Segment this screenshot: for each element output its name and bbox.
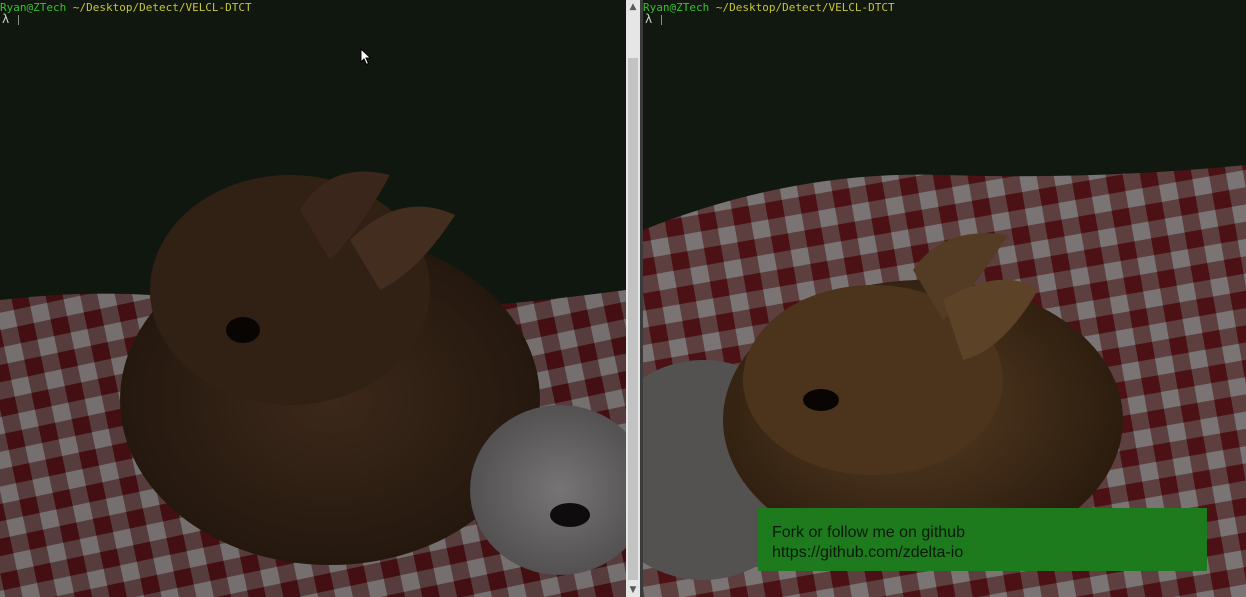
scroll-up-arrow-icon[interactable]: ▲ bbox=[626, 0, 640, 14]
prompt-path: ~/Desktop/Detect/VELCL-DTCT bbox=[715, 1, 895, 14]
terminal-window: Ryan@ZTech ~/Desktop/Detect/VELCL-DTCT λ… bbox=[0, 0, 1246, 597]
scroll-down-arrow-icon[interactable]: ▼ bbox=[626, 583, 640, 597]
github-banner-text: Fork or follow me on github bbox=[772, 524, 965, 541]
background-image bbox=[0, 0, 626, 597]
scrollbar[interactable]: ▲ ▼ bbox=[626, 0, 640, 597]
prompt-user: Ryan@ZTech bbox=[643, 1, 710, 14]
prompt-line: Ryan@ZTech ~/Desktop/Detect/VELCL-DTCT bbox=[643, 2, 895, 14]
prompt-lambda-icon: λ bbox=[645, 12, 653, 26]
github-banner: Fork or follow me on github https://gith… bbox=[758, 508, 1207, 571]
command-input[interactable] bbox=[659, 13, 1219, 27]
text-cursor bbox=[661, 15, 662, 25]
mouse-pointer-icon bbox=[360, 48, 372, 66]
command-input[interactable] bbox=[16, 13, 576, 27]
prompt-path: ~/Desktop/Detect/VELCL-DTCT bbox=[72, 1, 252, 14]
github-link[interactable]: https://github.com/zdelta-io bbox=[772, 543, 1207, 563]
terminal-pane-left[interactable]: Ryan@ZTech ~/Desktop/Detect/VELCL-DTCT λ bbox=[0, 0, 626, 597]
prompt-lambda-icon: λ bbox=[2, 12, 10, 26]
scroll-thumb[interactable] bbox=[628, 58, 638, 580]
prompt-line: Ryan@ZTech ~/Desktop/Detect/VELCL-DTCT bbox=[0, 2, 252, 14]
pane-divider[interactable] bbox=[640, 0, 643, 597]
text-cursor bbox=[18, 15, 19, 25]
prompt-user: Ryan@ZTech bbox=[0, 1, 67, 14]
